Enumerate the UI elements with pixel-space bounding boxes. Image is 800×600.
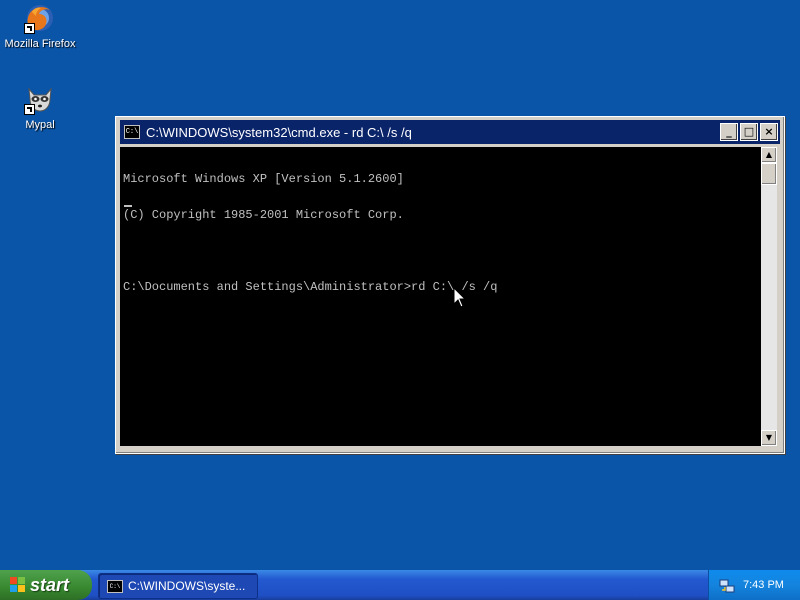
console-line: (C) Copyright 1985-2001 Microsoft Corp. (123, 208, 404, 222)
taskbar-item-cmd[interactable]: C:\ C:\WINDOWS\syste... (98, 573, 258, 599)
system-tray: 7:43 PM (708, 570, 800, 600)
firefox-icon (24, 2, 56, 34)
mypal-raccoon-icon (24, 83, 56, 115)
mouse-pointer-icon (453, 286, 467, 314)
console-line: Microsoft Windows XP [Version 5.1.2600] (123, 172, 404, 186)
console-output[interactable]: Microsoft Windows XP [Version 5.1.2600] … (120, 147, 761, 446)
close-button[interactable]: × (760, 123, 778, 141)
windows-flag-icon (10, 577, 26, 593)
shortcut-arrow-icon (24, 23, 35, 34)
console-line: C:\Documents and Settings\Administrator>… (123, 280, 498, 294)
minimize-button[interactable]: _ (720, 123, 738, 141)
taskbar-item-label: C:\WINDOWS\syste... (128, 579, 246, 593)
vertical-scrollbar[interactable]: ▲ ▼ (761, 147, 777, 446)
cmd-icon: C:\ (107, 579, 123, 593)
text-cursor (124, 205, 132, 207)
window-title: C:\WINDOWS\system32\cmd.exe - rd C:\ /s … (146, 124, 412, 140)
network-icon[interactable] (719, 578, 735, 593)
desktop-icon-firefox[interactable]: Mozilla Firefox (0, 2, 80, 50)
start-button[interactable]: start (0, 570, 92, 600)
shortcut-arrow-icon (24, 104, 35, 115)
cmd-window[interactable]: C:\ C:\WINDOWS\system32\cmd.exe - rd C:\… (115, 116, 785, 454)
desktop-icon-label: Mypal (25, 119, 55, 131)
window-titlebar[interactable]: C:\ C:\WINDOWS\system32\cmd.exe - rd C:\… (120, 120, 780, 144)
clock[interactable]: 7:43 PM (743, 579, 784, 591)
desktop-icon-mypal[interactable]: Mypal (0, 83, 80, 131)
scroll-up-button[interactable]: ▲ (761, 147, 777, 163)
desktop-icon-label: Mozilla Firefox (4, 38, 76, 50)
maximize-button[interactable]: □ (740, 123, 758, 141)
taskbar: start C:\ C:\WINDOWS\syste... 7:43 PM (0, 570, 800, 600)
scroll-thumb[interactable] (761, 163, 777, 185)
start-label: start (30, 574, 70, 595)
scroll-down-button[interactable]: ▼ (761, 430, 777, 446)
cmd-icon: C:\ (124, 125, 140, 139)
